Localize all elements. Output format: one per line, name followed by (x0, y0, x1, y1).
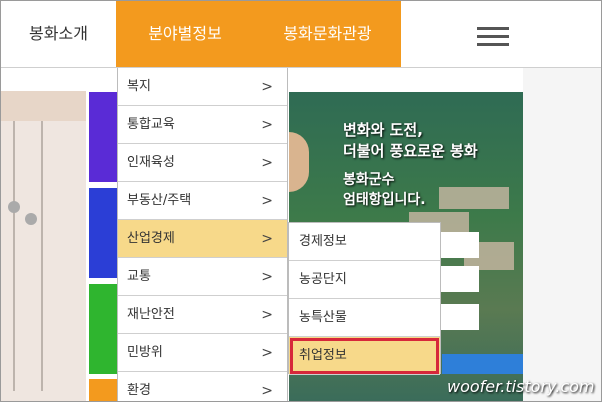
chevron-right-icon: > (261, 231, 273, 247)
chevron-right-icon: > (261, 155, 273, 171)
submenu-item-job-info[interactable]: 취업정보 (289, 337, 440, 375)
chevron-right-icon: > (261, 269, 273, 285)
menu-item-real-estate-housing[interactable]: 부동산/주택 > (118, 182, 287, 220)
banner-slogan: 변화와 도전, 더불어 풍요로운 봉화 (343, 121, 478, 160)
banner-link-bar[interactable] (442, 354, 523, 374)
quick-link-tile[interactable] (89, 284, 119, 374)
nav-item-culture-tourism[interactable]: 봉화문화관광 (254, 1, 401, 67)
watermark: woofer.tistory.com (447, 377, 595, 396)
background-post (13, 121, 15, 391)
menu-item-integrated-education[interactable]: 통합교육 > (118, 106, 287, 144)
menu-item-welfare[interactable]: 복지 > (118, 68, 287, 106)
menu-item-transport[interactable]: 교통 > (118, 258, 287, 296)
background-lamp (25, 213, 37, 225)
submenu-item-economic-info[interactable]: 경제정보 (289, 223, 440, 261)
banner-building (439, 187, 509, 209)
right-background (523, 68, 601, 401)
quick-link-tile[interactable] (89, 379, 119, 401)
top-navigation: 봉화소개 분야별정보 봉화문화관광 (1, 1, 601, 68)
banner-button[interactable] (439, 232, 479, 258)
mayor-portrait (289, 132, 309, 192)
submenu-item-local-products[interactable]: 농특산물 (289, 299, 440, 337)
background-post (41, 121, 43, 391)
submenu-item-industrial-complex[interactable]: 농공단지 (289, 261, 440, 299)
chevron-right-icon: > (261, 345, 273, 361)
menu-item-civil-defense[interactable]: 민방위 > (118, 334, 287, 372)
menu-item-disaster-safety[interactable]: 재난안전 > (118, 296, 287, 334)
field-info-dropdown: 복지 > 통합교육 > 인재육성 > 부동산/주택 > 산업경제 > 교통 > 재난안전 > … (117, 68, 288, 401)
chevron-right-icon: > (261, 307, 273, 323)
chevron-right-icon: > (261, 117, 273, 133)
hamburger-menu-icon[interactable] (477, 27, 509, 47)
quick-link-tile[interactable] (89, 92, 119, 182)
industrial-economy-submenu: 경제정보 농공단지 농특산물 취업정보 (288, 222, 441, 375)
chevron-right-icon: > (261, 383, 273, 399)
menu-item-environment[interactable]: 환경 > (118, 372, 287, 401)
nav-item-intro[interactable]: 봉화소개 (1, 1, 116, 67)
menu-item-industrial-economy[interactable]: 산업경제 > (118, 220, 287, 258)
menu-item-talent-development[interactable]: 인재육성 > (118, 144, 287, 182)
background-beam (1, 91, 86, 121)
chevron-right-icon: > (261, 79, 273, 95)
screenshot-frame: 변화와 도전, 더불어 풍요로운 봉화 봉화군수 엄태항입니다. 봉화소개 분야… (0, 0, 602, 402)
banner-button[interactable] (439, 304, 479, 330)
banner-button[interactable] (439, 266, 479, 292)
banner-greeting: 봉화군수 엄태항입니다. (343, 172, 426, 208)
nav-item-field-info[interactable]: 분야별정보 (116, 1, 254, 67)
background-lamp (8, 201, 20, 213)
quick-link-tile[interactable] (89, 188, 119, 278)
chevron-right-icon: > (261, 193, 273, 209)
